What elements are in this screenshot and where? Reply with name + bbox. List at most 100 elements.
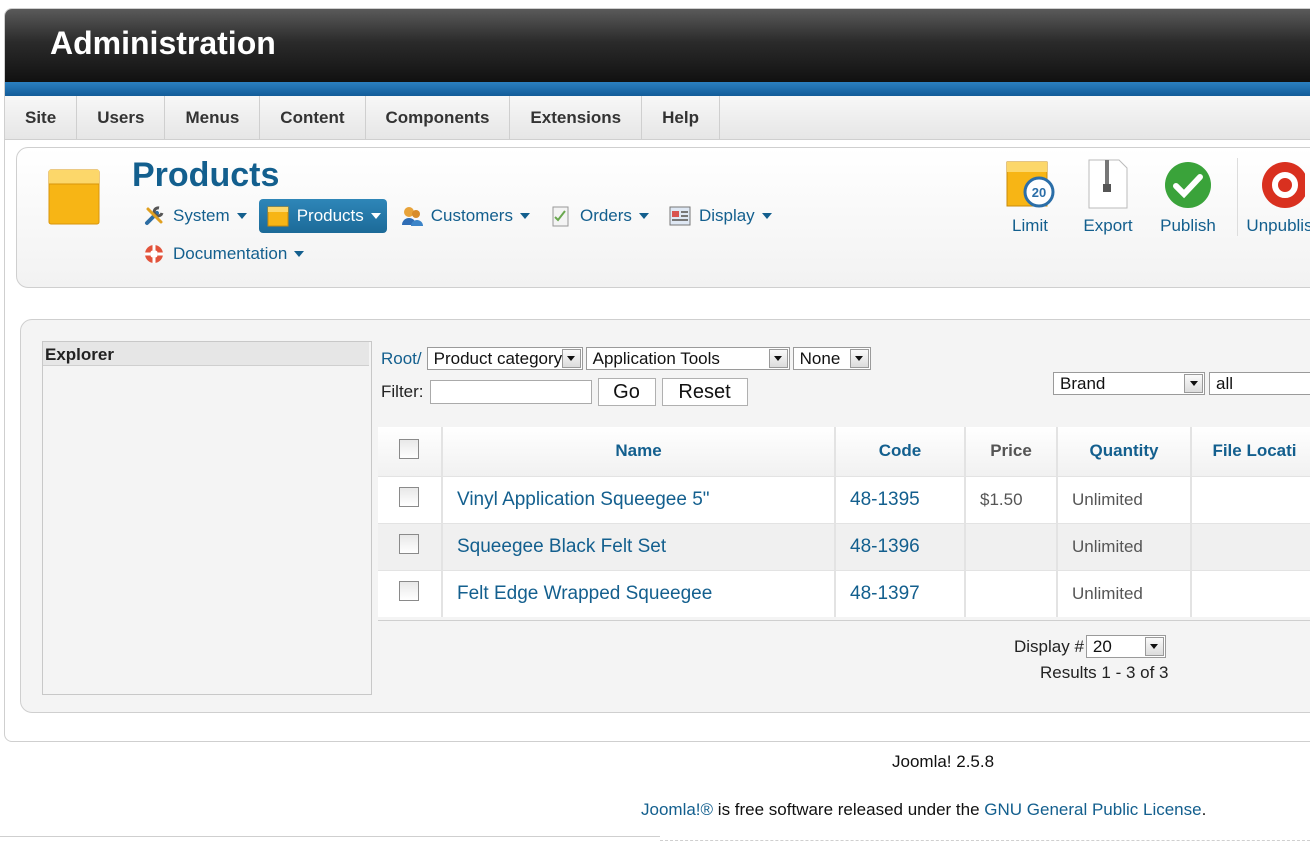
column-code[interactable]: Code	[835, 427, 966, 476]
filter-label: Filter:	[381, 382, 424, 401]
subcategory-select[interactable]: Application Tools	[585, 347, 790, 370]
submenu-system[interactable]: System	[135, 199, 253, 233]
unpublish-label: Unpublis	[1246, 216, 1310, 235]
submenu-customers-label: Customers	[430, 206, 513, 225]
export-button[interactable]: Export	[1073, 158, 1143, 236]
products-box-icon	[48, 169, 100, 225]
display-count-select[interactable]: 20	[1085, 635, 1166, 658]
product-quantity: Unlimited	[1057, 522, 1192, 570]
gpl-link[interactable]: GNU General Public License	[984, 800, 1201, 819]
product-code-link[interactable]: 48-1397	[835, 569, 966, 617]
product-file-location	[1191, 475, 1310, 523]
product-code-link[interactable]: 48-1396	[835, 522, 966, 570]
table-row: Vinyl Application Squeegee 5" 48-1395 $1…	[378, 475, 1310, 523]
brand-value-select[interactable]: all	[1209, 372, 1310, 395]
category-select-value: Product category	[433, 348, 563, 368]
none-select-value: None	[799, 348, 841, 368]
stop-icon	[1261, 162, 1305, 208]
explorer-title: Explorer	[43, 342, 369, 366]
submenu-documentation[interactable]: Documentation	[135, 237, 310, 271]
column-price: Price	[965, 427, 1058, 476]
column-name[interactable]: Name	[442, 427, 836, 476]
product-name-link[interactable]: Vinyl Application Squeegee 5"	[442, 475, 836, 523]
admin-header: Administration	[5, 9, 1310, 82]
license-suffix-text: .	[1201, 800, 1207, 819]
menu-components[interactable]: Components	[366, 96, 511, 140]
go-button[interactable]: Go	[597, 378, 656, 406]
page-title: Products	[132, 156, 280, 194]
select-all-cell	[378, 427, 443, 476]
publish-button[interactable]: Publish	[1153, 158, 1223, 236]
version-text: Joomla! 2.5.8	[892, 752, 995, 771]
content-panel: Explorer Root/ Product category Applicat…	[20, 319, 1310, 713]
product-name-link[interactable]: Felt Edge Wrapped Squeegee	[442, 569, 836, 617]
brand-field-select[interactable]: Brand	[1053, 372, 1205, 395]
row-checkbox[interactable]	[399, 581, 419, 602]
orders-icon	[552, 206, 569, 227]
product-quantity: Unlimited	[1057, 569, 1192, 617]
checkmark-icon	[1165, 162, 1211, 208]
product-code-link[interactable]: 48-1395	[835, 475, 966, 523]
chevron-down-icon	[768, 349, 788, 368]
limit-icon: 20	[1006, 161, 1055, 208]
submenu-products[interactable]: Products	[258, 199, 387, 233]
submenu-system-label: System	[173, 206, 230, 225]
product-name-link[interactable]: Squeegee Black Felt Set	[442, 522, 836, 570]
breadcrumb: Root/ Product category Application Tools…	[381, 347, 874, 370]
row-checkbox[interactable]	[399, 487, 419, 507]
submenu-customers[interactable]: Customers	[393, 199, 536, 233]
table-header-row: Name Code Price Quantity File Locati	[378, 427, 1310, 476]
submenu-documentation-label: Documentation	[173, 244, 288, 263]
users-icon	[401, 207, 423, 226]
bottom-divider	[0, 836, 660, 837]
filter-row: Filter: Go Reset	[381, 378, 754, 406]
component-submenu: System Products Customers Orders Display…	[135, 199, 835, 271]
filter-input[interactable]	[429, 380, 592, 404]
zip-file-icon	[1088, 159, 1128, 209]
column-file-location[interactable]: File Locati	[1191, 427, 1310, 476]
menu-menus[interactable]: Menus	[165, 96, 261, 140]
none-select[interactable]: None	[792, 347, 871, 370]
products-table: Name Code Price Quantity File Locati Vin…	[378, 427, 1310, 617]
chevron-down-icon	[370, 213, 381, 219]
column-quantity[interactable]: Quantity	[1057, 427, 1192, 476]
display-limit: Display # 20	[1014, 635, 1169, 658]
license-middle-text: is free software released under the	[713, 800, 985, 819]
row-select-cell	[378, 522, 443, 570]
table-row: Felt Edge Wrapped Squeegee 48-1397 Unlim…	[378, 569, 1310, 617]
table-row: Squeegee Black Felt Set 48-1396 Unlimite…	[378, 522, 1310, 570]
menu-extensions[interactable]: Extensions	[510, 96, 643, 140]
display-icon	[669, 206, 691, 226]
display-count-value: 20	[1092, 636, 1112, 656]
product-price	[965, 522, 1058, 570]
tools-icon	[145, 206, 164, 225]
menu-help[interactable]: Help	[642, 96, 720, 140]
product-price	[965, 569, 1058, 617]
row-select-cell	[378, 569, 443, 617]
breadcrumb-root[interactable]: Root/	[381, 349, 422, 369]
category-select[interactable]: Product category	[426, 347, 583, 370]
svg-text:20: 20	[1032, 185, 1046, 200]
select-all-checkbox[interactable]	[399, 438, 419, 459]
joomla-link[interactable]: Joomla!®	[641, 800, 713, 819]
menu-content[interactable]: Content	[260, 96, 366, 140]
submenu-display[interactable]: Display	[661, 199, 778, 233]
admin-title: Administration	[50, 25, 276, 61]
unpublish-button[interactable]: Unpublis	[1237, 158, 1310, 236]
export-label: Export	[1083, 216, 1133, 235]
header-accent-bar	[5, 82, 1310, 96]
reset-button[interactable]: Reset	[661, 378, 748, 406]
license-text: Joomla!® is free software released under…	[641, 800, 1206, 820]
submenu-orders[interactable]: Orders	[542, 199, 655, 233]
row-checkbox[interactable]	[399, 534, 419, 554]
lifebuoy-icon	[145, 245, 163, 263]
chevron-down-icon	[761, 213, 772, 219]
product-quantity: Unlimited	[1057, 475, 1192, 523]
limit-button[interactable]: 20 Limit	[995, 158, 1065, 236]
product-file-location	[1191, 569, 1310, 617]
chevron-down-icon	[1144, 637, 1164, 656]
menu-site[interactable]: Site	[5, 96, 78, 140]
chevron-down-icon	[294, 251, 305, 257]
menu-users[interactable]: Users	[77, 96, 166, 140]
box-icon	[267, 206, 289, 227]
